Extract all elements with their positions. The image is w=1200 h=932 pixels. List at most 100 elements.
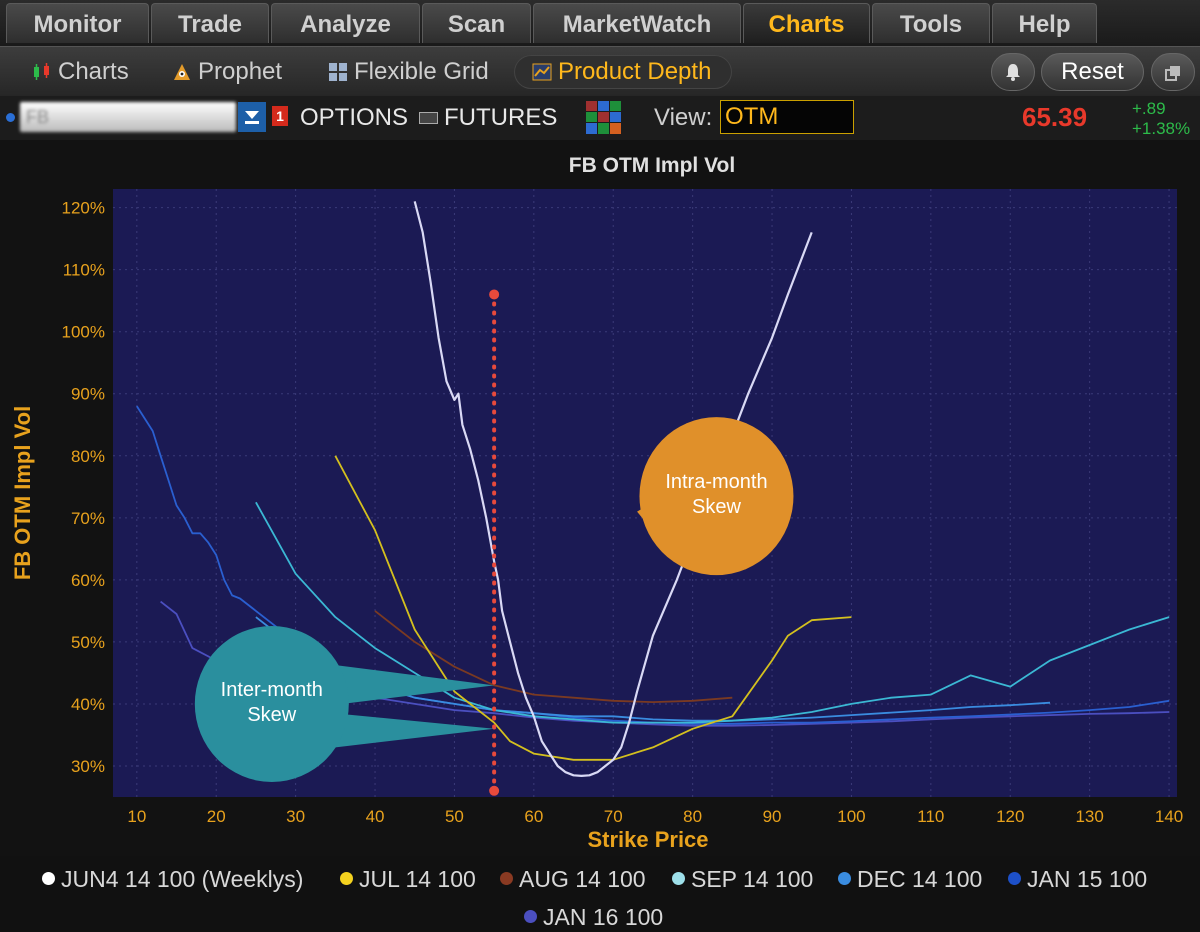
x-tick-label: 40 [366,807,385,826]
x-tick-label: 50 [445,807,464,826]
symbol-input[interactable] [20,102,236,132]
bell-icon [1006,64,1020,81]
implied-volatility-chart[interactable]: FB OTM Impl Vol 10 20 30 40 50 60 70 80 90 100 110… [0,140,1200,856]
x-tick-label: 80 [683,807,702,826]
y-tick-label: 110% [63,261,105,280]
y-tick-label: 120% [62,199,105,218]
intra-month-line2: Skew [692,496,741,519]
legend-label: SEP 14 100 [691,866,814,892]
legend-item[interactable]: AUG 14 100 [500,866,646,893]
y-tick-label: 80% [71,447,105,466]
marker-endpoint-top [489,289,500,300]
y-tick-label: 90% [71,385,105,404]
link-badge[interactable]: 1 [272,106,288,126]
legend-dot-icon [672,872,685,885]
subtab-charts[interactable]: Charts [32,55,129,89]
subtab-product-depth-label: Product Depth [558,58,712,85]
grid-icon [329,63,347,81]
y-tick-label: 40% [71,695,105,714]
subtab-charts-label: Charts [58,58,129,85]
y-tick-label: 60% [71,571,105,590]
x-tick-label: 30 [286,807,305,826]
symbol-dropdown-button[interactable] [238,102,266,132]
inter-month-line2: Skew [247,703,297,726]
x-tick-label: 10 [127,807,146,826]
color-grid-icon[interactable] [585,100,623,136]
tab-analyze[interactable]: Analyze [271,3,420,43]
legend-dot-icon [340,872,353,885]
x-tick-label: 20 [207,807,226,826]
x-tick-label: 60 [524,807,543,826]
main-menu-bar: Monitor Trade Analyze Scan MarketWatch C… [0,0,1200,46]
y-tick-label: 70% [71,509,105,528]
net-change: +.89 [1132,99,1166,118]
view-select-value: OTM [725,103,779,130]
legend-dot-icon [524,910,537,923]
tab-marketwatch[interactable]: MarketWatch [533,3,741,43]
futures-checkbox[interactable] [419,112,438,124]
y-tick-label: 50% [71,633,105,652]
tab-charts[interactable]: Charts [743,3,870,43]
y-tick-label: 100% [62,323,105,342]
x-tick-label: 110 [917,807,944,826]
legend-item[interactable]: JUL 14 100 [340,866,476,893]
inter-month-skew-callout: Inter-month Skew [197,678,347,728]
view-select[interactable]: OTM [720,100,854,134]
tab-tools[interactable]: Tools [872,3,990,43]
tab-trade[interactable]: Trade [151,3,269,43]
subtab-product-depth[interactable]: Product Depth [514,55,732,89]
subtab-prophet-label: Prophet [198,58,283,85]
x-tick-label: 100 [837,807,865,826]
product-depth-icon [532,63,552,81]
tab-scan[interactable]: Scan [422,3,531,43]
legend-item[interactable]: JAN 15 100 [1008,866,1147,893]
legend-label: JAN 15 100 [1027,866,1148,892]
app-window: Monitor Trade Analyze Scan MarketWatch C… [0,0,1200,932]
tab-help[interactable]: Help [992,3,1097,43]
chart-panel: FB OTM Impl Vol 10 20 30 40 50 60 70 80 90 100 110… [0,140,1200,856]
tab-monitor[interactable]: Monitor [6,3,149,43]
symbol-bar: 1 OPTIONS FUTURES View: OTM 65.39 +.89 +… [0,96,1200,141]
legend-item[interactable]: JAN 16 100 [524,904,663,931]
legend-item[interactable]: SEP 14 100 [672,866,813,893]
legend-label: DEC 14 100 [857,866,983,892]
x-tick-label: 90 [763,807,782,826]
y-tick-label: 30% [71,757,105,776]
subtab-prophet[interactable]: Prophet [172,55,282,89]
view-label: View: [654,104,713,131]
reset-button[interactable]: Reset [1041,53,1144,91]
legend-item[interactable]: JUN4 14 100 (Weeklys) [42,866,303,893]
intra-month-skew-callout: Intra-month Skew [641,470,791,520]
subtab-flexible-grid-label: Flexible Grid [354,58,489,85]
x-tick-label: 140 [1155,807,1183,826]
percent-change: +1.38% [1132,119,1191,138]
legend-label: JUL 14 100 [359,866,476,892]
legend-dot-icon [1008,872,1021,885]
detach-button[interactable] [1151,53,1195,91]
chart-legend: JUN4 14 100 (Weeklys) JUL 14 100 AUG 14 … [0,856,1200,932]
subtab-flexible-grid[interactable]: Flexible Grid [328,55,489,89]
alert-button[interactable] [991,53,1035,91]
legend-label: JAN 16 100 [543,904,664,930]
link-dot-icon [6,113,15,122]
chevron-down-icon [245,111,259,124]
legend-item[interactable]: DEC 14 100 [838,866,982,893]
options-label[interactable]: OPTIONS [300,104,408,132]
chart-toolbar: Charts Prophet Flexible Grid Product Dep… [0,46,1200,97]
y-axis-label: FB OTM Impl Vol [10,406,35,580]
x-tick-label: 70 [604,807,623,826]
legend-label: JUN4 14 100 (Weeklys) [61,866,304,892]
chart-title: FB OTM Impl Vol [569,154,735,177]
intra-month-line1: Intra-month [665,471,768,494]
x-tick-label: 130 [1075,807,1103,826]
inter-month-line1: Inter-month [220,678,323,701]
futures-label[interactable]: FUTURES [444,104,557,132]
candlestick-icon [34,63,49,80]
legend-dot-icon [500,872,513,885]
last-price: 65.39 [1022,102,1088,132]
prophet-icon [174,64,190,80]
detach-icon [1165,66,1180,81]
legend-dot-icon [838,872,851,885]
x-tick-label: 120 [996,807,1024,826]
x-axis-label: Strike Price [587,827,708,852]
